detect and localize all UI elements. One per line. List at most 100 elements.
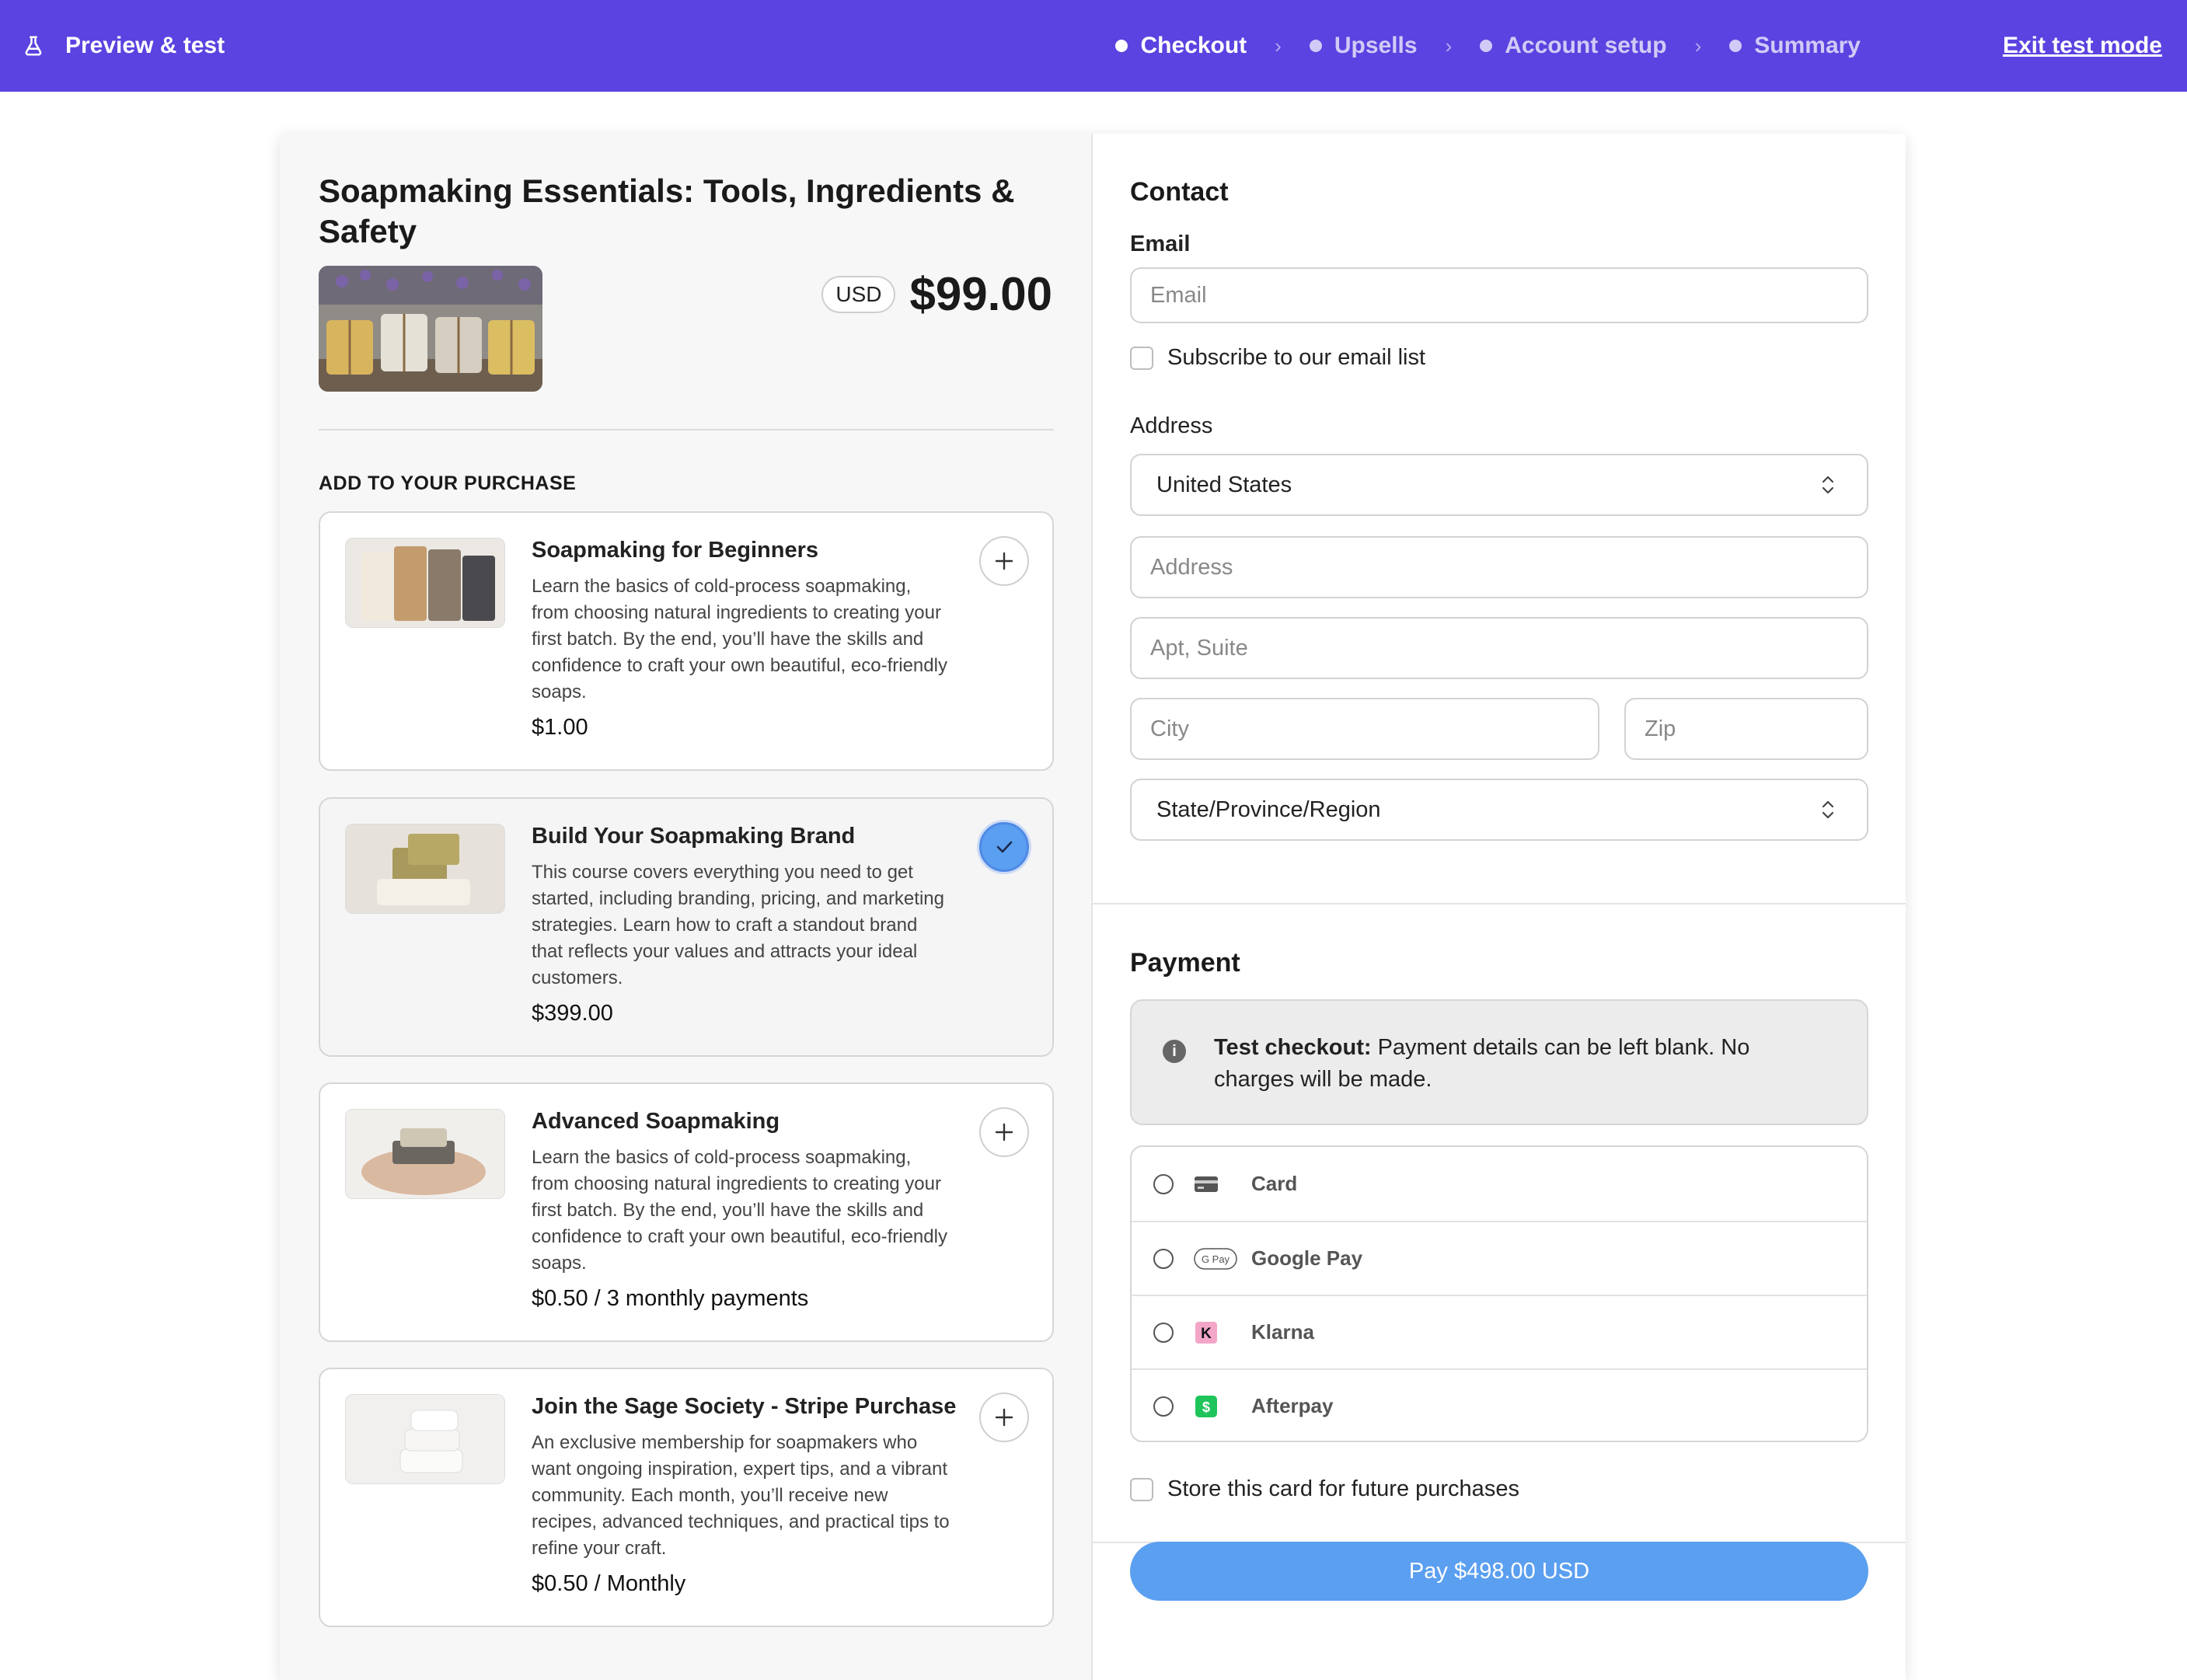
plus-icon xyxy=(995,1123,1013,1141)
flask-icon xyxy=(25,36,42,56)
upsell-image xyxy=(345,1394,505,1484)
credit-card-icon xyxy=(1194,1173,1219,1195)
address-heading: Address xyxy=(1130,413,1213,438)
step-dot xyxy=(1480,40,1493,52)
upsell-card[interactable]: Join the Sage Society - Stripe Purchase … xyxy=(319,1368,1054,1627)
top-bar: Preview & test Checkout › Upsells › Acco… xyxy=(0,0,2187,92)
store-card-label: Store this card for future purchases xyxy=(1167,1476,1519,1501)
svg-text:G Pay: G Pay xyxy=(1202,1253,1230,1265)
product-image xyxy=(319,266,542,392)
product-price: $99.00 xyxy=(909,268,1052,320)
upsell-description: Learn the basics of cold-process soapmak… xyxy=(532,1147,947,1274)
svg-text:$: $ xyxy=(1202,1399,1210,1415)
payment-method-label: Google Pay xyxy=(1251,1246,1363,1270)
checkout-form-panel: Contact Email Subscribe to our email lis… xyxy=(1093,134,1906,1680)
info-icon: i xyxy=(1163,1040,1186,1063)
contact-heading: Contact xyxy=(1130,177,1229,207)
subscribe-label: Subscribe to our email list xyxy=(1167,345,1426,370)
plus-icon xyxy=(995,552,1013,570)
email-label: Email xyxy=(1130,232,1191,256)
svg-text:K: K xyxy=(1201,1326,1212,1342)
section-divider xyxy=(1093,903,1906,904)
payment-method-label: Klarna xyxy=(1251,1320,1314,1344)
upsell-price: $0.50 / 3 monthly payments xyxy=(532,1286,809,1311)
payment-method-card[interactable]: Card xyxy=(1132,1147,1867,1221)
currency-badge: USD xyxy=(821,275,896,313)
notice-bold: Test checkout: xyxy=(1214,1035,1372,1060)
upsell-card[interactable]: Build Your Soapmaking Brand This course … xyxy=(319,797,1054,1057)
payment-method-klarna[interactable]: K Klarna xyxy=(1132,1295,1867,1368)
divider xyxy=(319,429,1054,430)
google-pay-icon: G Pay xyxy=(1194,1247,1237,1270)
email-field[interactable] xyxy=(1130,267,1868,323)
upsell-title: Advanced Soapmaking xyxy=(532,1109,780,1134)
upsell-card[interactable]: Advanced Soapmaking Learn the basics of … xyxy=(319,1082,1054,1342)
radio-button[interactable] xyxy=(1153,1322,1174,1343)
radio-button[interactable] xyxy=(1153,1248,1174,1269)
test-checkout-notice: i Test checkout: Payment details can be … xyxy=(1130,999,1868,1125)
plus-icon xyxy=(995,1408,1013,1427)
store-card-checkbox[interactable] xyxy=(1130,1478,1153,1501)
state-select[interactable]: State/Province/Region xyxy=(1130,779,1868,841)
payment-method-afterpay[interactable]: $ Afterpay xyxy=(1132,1368,1867,1441)
step-summary[interactable]: Summary xyxy=(1729,33,1861,59)
apt-suite-field[interactable] xyxy=(1130,617,1868,679)
step-dot xyxy=(1309,40,1322,52)
upsell-title: Soapmaking for Beginners xyxy=(532,538,819,563)
remove-upsell-button[interactable] xyxy=(979,822,1029,872)
upsell-title: Build Your Soapmaking Brand xyxy=(532,824,856,849)
upsell-image xyxy=(345,1109,505,1199)
chevron-right-icon: › xyxy=(1694,33,1702,58)
step-label: Account setup xyxy=(1505,33,1667,58)
step-dot xyxy=(1115,40,1128,52)
chevron-right-icon: › xyxy=(1275,33,1282,58)
add-upsell-button[interactable] xyxy=(979,536,1029,586)
upsell-section-label: ADD TO YOUR PURCHASE xyxy=(319,472,577,494)
upsell-price: $0.50 / Monthly xyxy=(532,1571,686,1596)
step-checkout[interactable]: Checkout xyxy=(1115,33,1247,59)
upsell-description: An exclusive membership for soapmakers w… xyxy=(532,1432,950,1559)
step-dot xyxy=(1729,40,1742,52)
add-upsell-button[interactable] xyxy=(979,1107,1029,1157)
radio-button[interactable] xyxy=(1153,1173,1174,1194)
payment-methods: Card G Pay Google Pay K Klarna $ Afterpa… xyxy=(1130,1145,1868,1442)
check-icon xyxy=(996,841,1013,853)
checkout-steps: Checkout › Upsells › Account setup › Sum… xyxy=(1115,0,1861,92)
step-upsells[interactable]: Upsells xyxy=(1309,33,1418,59)
klarna-icon: K xyxy=(1194,1321,1219,1344)
radio-button[interactable] xyxy=(1153,1396,1174,1417)
step-account-setup[interactable]: Account setup xyxy=(1480,33,1667,59)
zip-field[interactable] xyxy=(1624,698,1868,760)
upsell-description: This course covers everything you need t… xyxy=(532,862,944,988)
upsell-description: Learn the basics of cold-process soapmak… xyxy=(532,576,947,702)
upsell-image xyxy=(345,538,505,628)
step-label: Checkout xyxy=(1140,33,1247,58)
country-value: United States xyxy=(1156,472,1292,497)
notice-text: Test checkout: Payment details can be le… xyxy=(1214,1032,1805,1096)
upsell-card[interactable]: Soapmaking for Beginners Learn the basic… xyxy=(319,511,1054,771)
state-value: State/Province/Region xyxy=(1156,796,1381,822)
country-select[interactable]: United States xyxy=(1130,454,1868,516)
chevron-up-down-icon xyxy=(1822,476,1834,494)
city-field[interactable] xyxy=(1130,698,1599,760)
payment-method-label: Afterpay xyxy=(1251,1394,1334,1417)
page-title: Preview & test xyxy=(65,33,225,58)
step-label: Upsells xyxy=(1334,33,1418,58)
payment-method-google-pay[interactable]: G Pay Google Pay xyxy=(1132,1221,1867,1295)
address-field[interactable] xyxy=(1130,536,1868,598)
upsell-title: Join the Sage Society - Stripe Purchase xyxy=(532,1394,957,1419)
add-upsell-button[interactable] xyxy=(979,1392,1029,1442)
exit-test-mode-link[interactable]: Exit test mode xyxy=(2003,0,2162,92)
afterpay-icon: $ xyxy=(1194,1395,1219,1417)
order-summary-panel: Soapmaking Essentials: Tools, Ingredient… xyxy=(280,134,1093,1680)
product-price-group: USD $99.00 xyxy=(821,267,1052,321)
pay-button[interactable]: Pay $498.00 USD xyxy=(1130,1542,1868,1601)
payment-method-label: Card xyxy=(1251,1172,1298,1195)
product-title: Soapmaking Essentials: Tools, Ingredient… xyxy=(319,173,1015,249)
upsell-price: $399.00 xyxy=(532,1001,613,1026)
subscribe-checkbox[interactable] xyxy=(1130,347,1153,370)
chevron-right-icon: › xyxy=(1445,33,1453,58)
step-label: Summary xyxy=(1754,33,1861,58)
chevron-up-down-icon xyxy=(1822,800,1834,819)
upsell-price: $1.00 xyxy=(532,715,588,740)
